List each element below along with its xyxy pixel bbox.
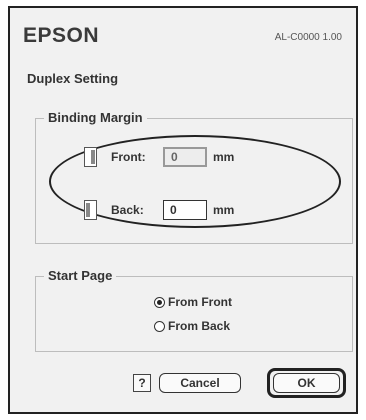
back-margin-field[interactable]: 0 [163,200,207,220]
binding-margin-group: Binding Margin Front: 0 mm Back: 0 mm [35,110,353,244]
cancel-button[interactable]: Cancel [159,373,241,393]
from-front-radio-option[interactable]: From Front [154,295,232,309]
duplex-setting-dialog: EPSON AL-C0000 1.00 Duplex Setting Bindi… [8,6,358,414]
start-page-label: Start Page [44,268,117,283]
front-margin-field[interactable]: 0 [163,147,207,167]
back-page-icon [84,200,97,220]
front-label: Front: [111,150,146,164]
brand-logo: EPSON [23,24,100,47]
ok-button[interactable]: OK [273,373,340,393]
from-back-radio[interactable] [154,320,165,332]
start-page-group: Start Page From Front From Back [35,268,353,352]
from-front-radio[interactable] [154,296,165,308]
front-margin-row: Front: 0 mm [84,147,234,167]
binding-margin-label: Binding Margin [44,110,147,125]
back-margin-row: Back: 0 mm [84,200,234,220]
from-front-label: From Front [168,295,232,309]
ok-button-default-ring: OK [267,368,346,398]
back-label: Back: [111,203,144,217]
back-unit-label: mm [213,203,235,217]
help-button[interactable]: ? [133,374,151,392]
model-version-label: AL-C0000 1.00 [274,32,342,43]
front-page-icon [84,147,97,167]
from-back-label: From Back [168,319,231,333]
front-unit-label: mm [213,150,235,164]
dialog-title: Duplex Setting [27,71,119,86]
from-back-radio-option[interactable]: From Back [154,319,230,333]
